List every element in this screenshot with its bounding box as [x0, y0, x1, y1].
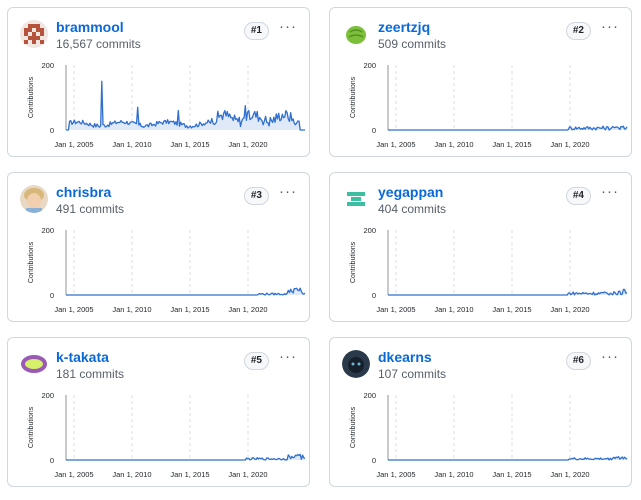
commit-count: 107 commits: [378, 367, 447, 381]
y-tick-label: 200: [363, 391, 376, 400]
x-tick-label: Jan 1, 2020: [228, 305, 267, 314]
contributions-chart: Contributions 200 0Jan 1, 2005 Jan 1, 2010 J…: [28, 61, 305, 149]
x-tick-label: Jan 1, 2020: [550, 305, 589, 314]
contributions-area: [66, 288, 305, 295]
y-axis-label: Contributions: [350, 406, 357, 448]
x-tick-label: Jan 1, 2005: [376, 140, 415, 149]
contributor-card: chrisbra 491 commits #3 ··· Contributions 200…: [7, 172, 310, 322]
y-axis-label: Contributions: [28, 241, 35, 283]
pixel-avatar-red-icon[interactable]: [20, 20, 48, 48]
y-tick-label: 200: [363, 226, 376, 235]
cat-photo-avatar-icon[interactable]: [342, 350, 370, 378]
commit-count: 509 commits: [378, 37, 447, 51]
x-tick-label: Jan 1, 2015: [492, 140, 531, 149]
x-tick-label: Jan 1, 2005: [376, 305, 415, 314]
kebab-menu-icon[interactable]: ···: [599, 183, 621, 205]
y-axis-label: Contributions: [350, 76, 357, 118]
x-tick-label: Jan 1, 2020: [550, 470, 589, 479]
y-tick-label: 0: [372, 291, 376, 300]
y-tick-label: 0: [50, 291, 54, 300]
y-tick-label: 200: [41, 391, 54, 400]
green-leaf-avatar-icon[interactable]: [342, 20, 370, 48]
contributor-username-link[interactable]: k-takata: [56, 349, 109, 365]
purple-badge-avatar-icon[interactable]: [20, 350, 48, 378]
contributions-line: [388, 288, 628, 296]
contributor-card: dkearns 107 commits #6 ··· Contributions 200 0…: [329, 337, 632, 487]
contributions-chart: Contributions 200 0Jan 1, 2005 Jan 1, 2010 J…: [350, 226, 628, 314]
contributor-card: brammool 16,567 commits #1 ··· Contributions…: [7, 7, 310, 157]
contributions-chart: Contributions 200 0Jan 1, 2005 Jan 1, 2010 J…: [350, 61, 628, 149]
x-tick-label: Jan 1, 2010: [434, 470, 473, 479]
commit-count: 181 commits: [56, 367, 125, 381]
contributions-line: [66, 287, 306, 296]
rank-badge: #6: [565, 352, 591, 370]
rank-badge: #2: [565, 22, 591, 40]
y-axis-label: Contributions: [28, 76, 35, 118]
x-tick-label: Jan 1, 2005: [376, 470, 415, 479]
x-tick-label: Jan 1, 2010: [434, 305, 473, 314]
y-tick-label: 0: [372, 456, 376, 465]
x-tick-label: Jan 1, 2010: [112, 305, 151, 314]
contributor-username-link[interactable]: yegappan: [378, 184, 443, 200]
x-tick-label: Jan 1, 2015: [492, 305, 531, 314]
x-tick-label: Jan 1, 2005: [54, 305, 93, 314]
y-tick-label: 0: [372, 126, 376, 135]
x-tick-label: Jan 1, 2015: [170, 305, 209, 314]
x-tick-label: Jan 1, 2015: [170, 140, 209, 149]
contributor-username-link[interactable]: zeertzjq: [378, 19, 430, 35]
commit-count: 16,567 commits: [56, 37, 141, 51]
contributions-line: [388, 125, 628, 131]
y-tick-label: 0: [50, 456, 54, 465]
rank-badge: #5: [243, 352, 269, 370]
x-tick-label: Jan 1, 2015: [170, 470, 209, 479]
contributor-username-link[interactable]: brammool: [56, 19, 124, 35]
contributions-line: [388, 455, 628, 461]
x-tick-label: Jan 1, 2005: [54, 470, 93, 479]
kebab-menu-icon[interactable]: ···: [599, 348, 621, 370]
contributor-card: k-takata 181 commits #5 ··· Contributions 200…: [7, 337, 310, 487]
rank-badge: #1: [243, 22, 269, 40]
contributor-username-link[interactable]: chrisbra: [56, 184, 111, 200]
contributor-card: zeertzjq 509 commits #2 ··· Contributions 200…: [329, 7, 632, 157]
x-tick-label: Jan 1, 2010: [434, 140, 473, 149]
commit-count: 491 commits: [56, 202, 125, 216]
kebab-menu-icon[interactable]: ···: [277, 18, 299, 40]
y-axis-label: Contributions: [28, 406, 35, 448]
x-tick-label: Jan 1, 2010: [112, 470, 151, 479]
x-tick-label: Jan 1, 2020: [228, 470, 267, 479]
x-tick-label: Jan 1, 2020: [228, 140, 267, 149]
x-tick-label: Jan 1, 2015: [492, 470, 531, 479]
contributors-grid: brammool 16,567 commits #1 ··· Contributions…: [0, 0, 641, 500]
y-tick-label: 200: [363, 61, 376, 70]
y-tick-label: 200: [41, 61, 54, 70]
teal-identicon-avatar-icon[interactable]: [342, 185, 370, 213]
contributions-line: [66, 453, 306, 461]
contributions-chart: Contributions 200 0Jan 1, 2005 Jan 1, 2010 J…: [350, 391, 628, 479]
y-axis-label: Contributions: [350, 241, 357, 283]
contributions-chart: Contributions 200 0Jan 1, 2005 Jan 1, 2010 J…: [28, 391, 306, 479]
kebab-menu-icon[interactable]: ···: [599, 18, 621, 40]
x-tick-label: Jan 1, 2005: [54, 140, 93, 149]
rank-badge: #3: [243, 187, 269, 205]
x-tick-label: Jan 1, 2020: [550, 140, 589, 149]
commit-count: 404 commits: [378, 202, 447, 216]
x-tick-label: Jan 1, 2010: [112, 140, 151, 149]
y-tick-label: 200: [41, 226, 54, 235]
child-photo-avatar-icon[interactable]: [20, 185, 48, 213]
contributions-chart: Contributions 200 0Jan 1, 2005 Jan 1, 2010 J…: [28, 226, 306, 314]
rank-badge: #4: [565, 187, 591, 205]
kebab-menu-icon[interactable]: ···: [277, 348, 299, 370]
contributor-card: yegappan 404 commits #4 ··· Contributions 200…: [329, 172, 632, 322]
contributor-username-link[interactable]: dkearns: [378, 349, 432, 365]
kebab-menu-icon[interactable]: ···: [277, 183, 299, 205]
y-tick-label: 0: [50, 126, 54, 135]
